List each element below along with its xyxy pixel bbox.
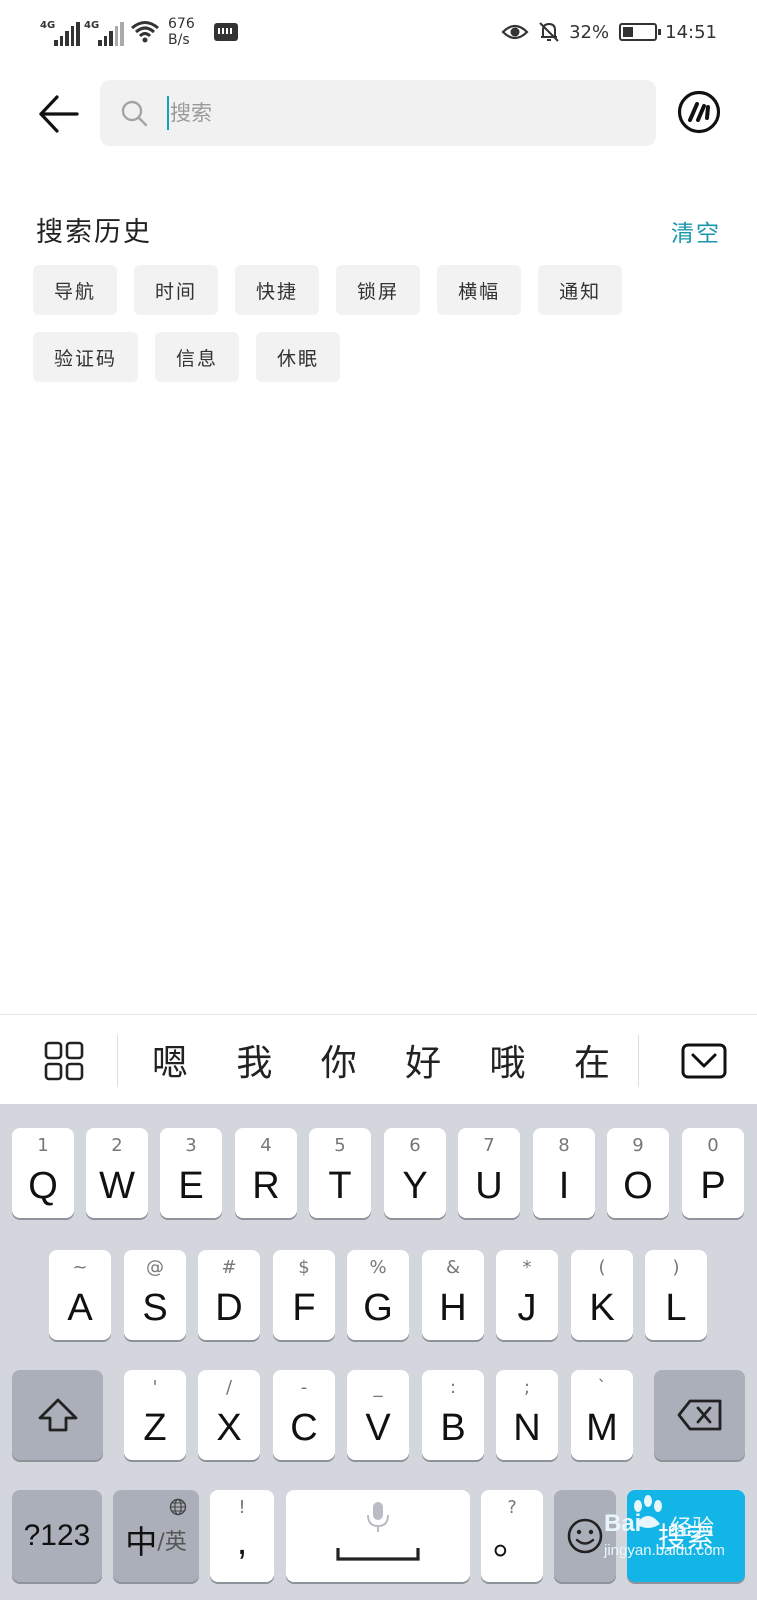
key-d[interactable]: # D: [198, 1250, 260, 1340]
emoji-key[interactable]: [554, 1490, 616, 1582]
key-b[interactable]: :B: [422, 1370, 484, 1460]
candidate-word[interactable]: 好: [395, 1034, 451, 1086]
space-key[interactable]: [286, 1490, 470, 1582]
key-c[interactable]: -C: [273, 1370, 335, 1460]
key-h[interactable]: & H: [422, 1250, 484, 1340]
search-icon: [121, 100, 148, 127]
delete-key[interactable]: [654, 1370, 745, 1460]
space-bar-icon: [336, 1548, 420, 1561]
clear-history-button[interactable]: 清空: [671, 214, 721, 248]
key-r[interactable]: 4R: [235, 1128, 297, 1218]
wifi-icon: [131, 21, 159, 43]
numbers-key[interactable]: ?123: [12, 1490, 102, 1582]
key-w[interactable]: 2W: [86, 1128, 148, 1218]
shift-key[interactable]: [12, 1370, 103, 1460]
key-e[interactable]: 3E: [160, 1128, 222, 1218]
voice-assistant-icon[interactable]: [677, 90, 721, 134]
key-l[interactable]: ) L: [645, 1250, 707, 1340]
history-chip[interactable]: 通知: [538, 265, 623, 315]
network-speed-unit: B/s: [168, 32, 190, 48]
network-speed-value: 676: [168, 16, 195, 32]
key-z[interactable]: ' Z: [124, 1370, 186, 1460]
numbers-key-label: ?123: [23, 1519, 91, 1552]
key-x[interactable]: / X: [198, 1370, 260, 1460]
candidate-divider: [638, 1035, 639, 1087]
battery-percent: 32%: [569, 21, 610, 43]
key-v[interactable]: _ V: [347, 1370, 409, 1460]
grid-icon[interactable]: [44, 1041, 84, 1081]
history-chip[interactable]: 导航: [33, 265, 118, 315]
key-j[interactable]: * J: [496, 1250, 558, 1340]
battery-level: [623, 27, 634, 37]
back-button[interactable]: [34, 88, 82, 140]
candidate-bar: 嗯 我 你 好 哦 在: [0, 1014, 757, 1104]
eye-comfort-icon: [501, 24, 529, 40]
candidate-word[interactable]: 嗯: [142, 1034, 198, 1086]
arrow-left-icon: [39, 95, 79, 133]
history-chip[interactable]: 横幅: [437, 265, 522, 315]
key-t[interactable]: 5T: [309, 1128, 371, 1218]
backspace-icon: [677, 1399, 721, 1431]
history-chip[interactable]: 锁屏: [336, 265, 421, 315]
history-chip[interactable]: 时间: [134, 265, 219, 315]
key-o[interactable]: 9O: [607, 1128, 669, 1218]
key-f[interactable]: $ F: [273, 1250, 335, 1340]
language-alt-label: /英: [157, 1530, 187, 1555]
history-chip[interactable]: 验证码: [33, 332, 139, 382]
key-g[interactable]: % G: [347, 1250, 409, 1340]
key-y[interactable]: 6Y: [384, 1128, 446, 1218]
keyboard-hide-icon[interactable]: [681, 1043, 727, 1079]
key-p[interactable]: 0P: [682, 1128, 744, 1218]
history-chips: 导航 时间 快捷 锁屏 横幅 通知 验证码 信息 休眠: [33, 265, 713, 382]
key-i[interactable]: 8I: [533, 1128, 595, 1218]
text-cursor: [167, 96, 169, 130]
language-switch-key[interactable]: 中 /英: [113, 1490, 199, 1582]
key-n[interactable]: ; N: [496, 1370, 558, 1460]
key-k[interactable]: (K: [571, 1250, 633, 1340]
shift-icon: [38, 1398, 77, 1432]
language-main-label: 中: [125, 1523, 158, 1561]
search-box[interactable]: [100, 80, 656, 146]
signal-icon-sim2: 4G: [84, 18, 124, 46]
search-key-label: 搜索: [657, 1521, 714, 1554]
microphone-icon: [367, 1502, 389, 1532]
keyboard-status-icon: [214, 23, 238, 41]
network-type-1: 4G: [40, 20, 56, 31]
search-key[interactable]: 搜索: [627, 1490, 745, 1582]
search-history-title: 搜索历史: [36, 217, 152, 248]
candidate-word[interactable]: 你: [311, 1034, 367, 1086]
key-u[interactable]: 7U: [458, 1128, 520, 1218]
search-input[interactable]: [170, 92, 630, 134]
network-speed: 676 B/s: [168, 16, 204, 48]
key-m[interactable]: ` M: [571, 1370, 633, 1460]
comma-key[interactable]: !,: [210, 1490, 274, 1582]
candidate-word[interactable]: 哦: [480, 1034, 536, 1086]
status-bar-right: 32% 14:51: [501, 14, 717, 50]
emoji-icon: [567, 1518, 603, 1554]
candidate-word[interactable]: 我: [226, 1034, 282, 1086]
key-s[interactable]: @ S: [124, 1250, 186, 1340]
signal-icon-sim1: 4G: [40, 18, 80, 46]
key-q[interactable]: 1Q: [12, 1128, 74, 1218]
battery-icon: [619, 23, 662, 41]
period-key[interactable]: ?。: [481, 1490, 543, 1582]
status-bar-left: 4G 4G 676 B/s: [40, 12, 238, 52]
candidate-words: 嗯 我 你 好 哦 在: [132, 1031, 632, 1089]
candidate-divider: [117, 1035, 118, 1087]
history-chip[interactable]: 信息: [155, 332, 240, 382]
candidate-word[interactable]: 在: [564, 1034, 620, 1086]
keyboard: 1Q 2W 3E 4R 5T 6Y 7U 8I 9O 0P ~ A @ S # D $…: [0, 1104, 757, 1600]
history-chip[interactable]: 休眠: [256, 332, 341, 382]
key-a[interactable]: ~ A: [49, 1250, 111, 1340]
mute-bell-icon: [539, 22, 559, 42]
history-chip[interactable]: 快捷: [235, 265, 320, 315]
status-bar: 4G 4G 676 B/s 32% 14:51: [0, 0, 757, 64]
clock: 14:51: [665, 21, 717, 43]
network-type-2: 4G: [84, 20, 100, 31]
